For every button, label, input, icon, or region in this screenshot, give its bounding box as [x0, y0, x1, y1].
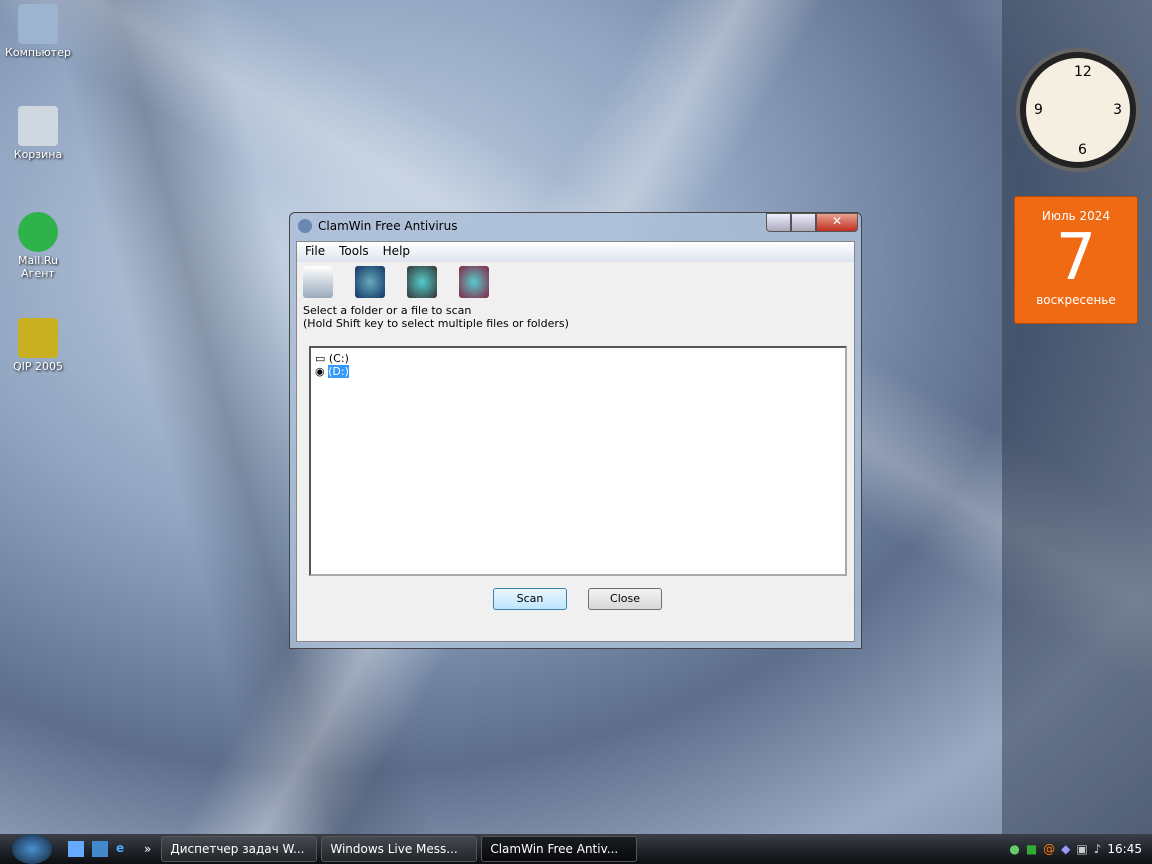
- calendar-day: 7: [1055, 221, 1097, 295]
- menu-file[interactable]: File: [305, 244, 325, 260]
- scan-memory-icon[interactable]: [407, 266, 437, 298]
- mailru-icon: [18, 212, 58, 252]
- desktop-icon-recycle-bin[interactable]: Корзина: [2, 106, 74, 161]
- scan-button[interactable]: Scan: [493, 588, 567, 610]
- icon-label: QIP 2005: [12, 360, 64, 373]
- qip-tray-icon[interactable]: ◆: [1061, 842, 1070, 856]
- calendar-gadget: Июль 2024 7 воскресенье: [1014, 196, 1138, 324]
- folder-tree[interactable]: ▭ (C:) ◉ (D:): [309, 346, 847, 576]
- clock-gadget: 12 3 6 9: [1016, 48, 1140, 172]
- desktop-icon-computer[interactable]: Компьютер: [2, 4, 74, 59]
- network-icon[interactable]: ▣: [1076, 842, 1087, 856]
- menu-bar: File Tools Help: [297, 242, 854, 262]
- clamwin-icon: [298, 219, 312, 233]
- internet-explorer-icon[interactable]: e: [116, 841, 132, 857]
- close-window-button[interactable]: ✕: [816, 213, 858, 232]
- drive-label: (C:): [328, 352, 349, 365]
- minimize-button[interactable]: [766, 213, 791, 232]
- task-button-clamwin[interactable]: ClamWin Free Antiv...: [481, 836, 638, 862]
- clock-number: 9: [1034, 102, 1043, 118]
- task-button-messenger[interactable]: Windows Live Mess...: [321, 836, 478, 862]
- clock-number: 12: [1074, 64, 1092, 80]
- instruction-hint: (Hold Shift key to select multiple files…: [303, 317, 569, 330]
- toolbar: [297, 262, 854, 302]
- maximize-button[interactable]: [791, 213, 816, 232]
- menu-tools[interactable]: Tools: [339, 244, 369, 260]
- taskmgr-tray-icon[interactable]: ■: [1026, 842, 1037, 856]
- clock-number: 6: [1078, 142, 1087, 158]
- calendar-weekday: воскресенье: [1036, 293, 1116, 307]
- clock-time[interactable]: 16:45: [1107, 842, 1142, 856]
- instruction-text: Select a folder or a file to scan: [303, 304, 472, 317]
- icon-label: Компьютер: [5, 46, 71, 59]
- switch-windows-icon[interactable]: [92, 841, 108, 857]
- clamwin-window: ClamWin Free Antivirus ✕ File Tools Help…: [289, 212, 862, 649]
- update-icon[interactable]: [355, 266, 385, 298]
- icon-label: Mail.Ru Агент: [18, 254, 58, 280]
- menu-help[interactable]: Help: [383, 244, 410, 260]
- show-desktop-icon[interactable]: [68, 841, 84, 857]
- system-tray: ● ■ @ ◆ ▣ ♪ 16:45: [1009, 842, 1142, 856]
- start-button[interactable]: [12, 834, 52, 864]
- drive-label: (D:): [328, 365, 349, 378]
- close-button[interactable]: Close: [588, 588, 662, 610]
- scan-file-icon[interactable]: [459, 266, 489, 298]
- tree-item-c[interactable]: ▭ (C:): [315, 352, 841, 365]
- computer-icon: [18, 4, 58, 44]
- desktop-icon-mailru[interactable]: Mail.Ru Агент: [2, 212, 74, 280]
- icon-label: Корзина: [13, 148, 63, 161]
- window-title: ClamWin Free Antivirus: [318, 219, 458, 233]
- qip-icon: [18, 318, 58, 358]
- volume-icon[interactable]: ♪: [1094, 842, 1102, 856]
- task-button-task-manager[interactable]: Диспетчер задач W...: [161, 836, 318, 862]
- preferences-icon[interactable]: [303, 266, 333, 298]
- clock-number: 3: [1113, 102, 1122, 118]
- taskbar: e » Диспетчер задач W... Windows Live Me…: [0, 834, 1152, 864]
- desktop-icon-qip[interactable]: QIP 2005: [2, 318, 74, 373]
- messenger-tray-icon[interactable]: ●: [1009, 842, 1019, 856]
- mailru-tray-icon[interactable]: @: [1043, 842, 1055, 856]
- tree-item-d[interactable]: ◉ (D:): [315, 365, 841, 378]
- recycle-bin-icon: [18, 106, 58, 146]
- quicklaunch-overflow[interactable]: »: [144, 842, 151, 856]
